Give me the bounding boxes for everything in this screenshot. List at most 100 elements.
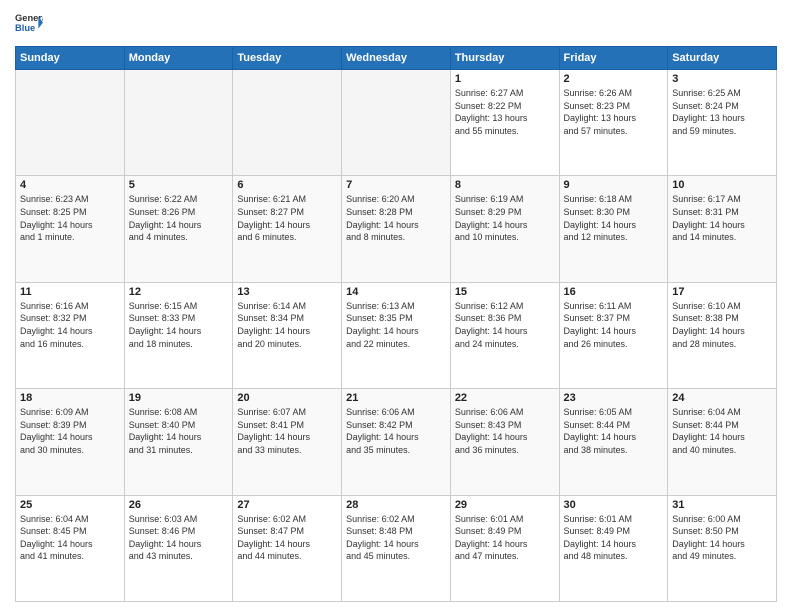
header: General Blue <box>15 10 777 38</box>
calendar-header-row: SundayMondayTuesdayWednesdayThursdayFrid… <box>16 47 777 70</box>
day-number: 15 <box>455 286 555 298</box>
svg-text:Blue: Blue <box>15 23 35 33</box>
day-number: 14 <box>346 286 446 298</box>
day-number: 1 <box>455 73 555 85</box>
header-day-friday: Friday <box>559 47 668 70</box>
calendar-cell: 13 Sunrise: 6:14 AM Sunset: 8:34 PM Dayli… <box>233 282 342 388</box>
day-number: 5 <box>129 179 229 191</box>
day-info: Sunrise: 6:20 AM Sunset: 8:28 PM Dayligh… <box>346 193 446 243</box>
day-number: 13 <box>237 286 337 298</box>
day-info: Sunrise: 6:10 AM Sunset: 8:38 PM Dayligh… <box>672 300 772 350</box>
calendar-cell <box>233 70 342 176</box>
header-day-monday: Monday <box>124 47 233 70</box>
calendar-week-4: 18 Sunrise: 6:09 AM Sunset: 8:39 PM Dayli… <box>16 389 777 495</box>
day-number: 9 <box>564 179 664 191</box>
calendar-cell: 15 Sunrise: 6:12 AM Sunset: 8:36 PM Dayli… <box>450 282 559 388</box>
header-day-thursday: Thursday <box>450 47 559 70</box>
day-info: Sunrise: 6:09 AM Sunset: 8:39 PM Dayligh… <box>20 406 120 456</box>
calendar-cell: 2 Sunrise: 6:26 AM Sunset: 8:23 PM Daylig… <box>559 70 668 176</box>
calendar-cell: 30 Sunrise: 6:01 AM Sunset: 8:49 PM Dayli… <box>559 495 668 601</box>
day-number: 2 <box>564 73 664 85</box>
day-number: 27 <box>237 499 337 511</box>
day-info: Sunrise: 6:17 AM Sunset: 8:31 PM Dayligh… <box>672 193 772 243</box>
day-info: Sunrise: 6:19 AM Sunset: 8:29 PM Dayligh… <box>455 193 555 243</box>
calendar-table: SundayMondayTuesdayWednesdayThursdayFrid… <box>15 46 777 602</box>
day-info: Sunrise: 6:11 AM Sunset: 8:37 PM Dayligh… <box>564 300 664 350</box>
calendar-cell: 14 Sunrise: 6:13 AM Sunset: 8:35 PM Dayli… <box>342 282 451 388</box>
day-number: 10 <box>672 179 772 191</box>
calendar-cell: 26 Sunrise: 6:03 AM Sunset: 8:46 PM Dayli… <box>124 495 233 601</box>
day-number: 20 <box>237 392 337 404</box>
calendar-body: 1 Sunrise: 6:27 AM Sunset: 8:22 PM Daylig… <box>16 70 777 602</box>
calendar-cell: 20 Sunrise: 6:07 AM Sunset: 8:41 PM Dayli… <box>233 389 342 495</box>
day-info: Sunrise: 6:04 AM Sunset: 8:44 PM Dayligh… <box>672 406 772 456</box>
day-info: Sunrise: 6:03 AM Sunset: 8:46 PM Dayligh… <box>129 513 229 563</box>
calendar-cell: 5 Sunrise: 6:22 AM Sunset: 8:26 PM Daylig… <box>124 176 233 282</box>
day-number: 31 <box>672 499 772 511</box>
day-number: 22 <box>455 392 555 404</box>
day-number: 25 <box>20 499 120 511</box>
calendar-cell: 12Sunrise: 6:15 AM Sunset: 8:33 PM Dayli… <box>124 282 233 388</box>
day-number: 21 <box>346 392 446 404</box>
calendar-cell: 1 Sunrise: 6:27 AM Sunset: 8:22 PM Daylig… <box>450 70 559 176</box>
day-info: Sunrise: 6:04 AM Sunset: 8:45 PM Dayligh… <box>20 513 120 563</box>
day-info: Sunrise: 6:26 AM Sunset: 8:23 PM Dayligh… <box>564 87 664 137</box>
day-number: 30 <box>564 499 664 511</box>
day-number: 16 <box>564 286 664 298</box>
calendar-cell: 31Sunrise: 6:00 AM Sunset: 8:50 PM Dayli… <box>668 495 777 601</box>
day-number: 28 <box>346 499 446 511</box>
calendar-cell: 10 Sunrise: 6:17 AM Sunset: 8:31 PM Dayli… <box>668 176 777 282</box>
calendar-cell: 22 Sunrise: 6:06 AM Sunset: 8:43 PM Dayli… <box>450 389 559 495</box>
day-number: 23 <box>564 392 664 404</box>
day-info: Sunrise: 6:14 AM Sunset: 8:34 PM Dayligh… <box>237 300 337 350</box>
calendar-cell: 17Sunrise: 6:10 AM Sunset: 8:38 PM Dayli… <box>668 282 777 388</box>
day-number: 8 <box>455 179 555 191</box>
calendar-cell: 27 Sunrise: 6:02 AM Sunset: 8:47 PM Dayli… <box>233 495 342 601</box>
day-number: 3 <box>672 73 772 85</box>
day-info: Sunrise: 6:25 AM Sunset: 8:24 PM Dayligh… <box>672 87 772 137</box>
day-number: 24 <box>672 392 772 404</box>
day-number: 4 <box>20 179 120 191</box>
calendar-cell: 3 Sunrise: 6:25 AM Sunset: 8:24 PM Daylig… <box>668 70 777 176</box>
header-day-tuesday: Tuesday <box>233 47 342 70</box>
generalblue-logo-icon: General Blue <box>15 10 43 38</box>
day-info: Sunrise: 6:13 AM Sunset: 8:35 PM Dayligh… <box>346 300 446 350</box>
day-info: Sunrise: 6:15 AM Sunset: 8:33 PM Dayligh… <box>129 300 229 350</box>
calendar-cell: 29Sunrise: 6:01 AM Sunset: 8:49 PM Dayli… <box>450 495 559 601</box>
day-info: Sunrise: 6:07 AM Sunset: 8:41 PM Dayligh… <box>237 406 337 456</box>
day-info: Sunrise: 6:01 AM Sunset: 8:49 PM Dayligh… <box>564 513 664 563</box>
day-number: 26 <box>129 499 229 511</box>
day-number: 6 <box>237 179 337 191</box>
logo: General Blue <box>15 10 43 38</box>
calendar-week-1: 1 Sunrise: 6:27 AM Sunset: 8:22 PM Daylig… <box>16 70 777 176</box>
day-number: 18 <box>20 392 120 404</box>
day-info: Sunrise: 6:02 AM Sunset: 8:48 PM Dayligh… <box>346 513 446 563</box>
header-day-saturday: Saturday <box>668 47 777 70</box>
day-info: Sunrise: 6:08 AM Sunset: 8:40 PM Dayligh… <box>129 406 229 456</box>
day-info: Sunrise: 6:27 AM Sunset: 8:22 PM Dayligh… <box>455 87 555 137</box>
calendar-week-2: 4Sunrise: 6:23 AM Sunset: 8:25 PM Daylig… <box>16 176 777 282</box>
day-info: Sunrise: 6:12 AM Sunset: 8:36 PM Dayligh… <box>455 300 555 350</box>
day-info: Sunrise: 6:01 AM Sunset: 8:49 PM Dayligh… <box>455 513 555 563</box>
calendar-cell: 4Sunrise: 6:23 AM Sunset: 8:25 PM Daylig… <box>16 176 125 282</box>
calendar-cell: 28 Sunrise: 6:02 AM Sunset: 8:48 PM Dayli… <box>342 495 451 601</box>
day-info: Sunrise: 6:06 AM Sunset: 8:43 PM Dayligh… <box>455 406 555 456</box>
calendar-cell: 9 Sunrise: 6:18 AM Sunset: 8:30 PM Daylig… <box>559 176 668 282</box>
calendar-cell: 19 Sunrise: 6:08 AM Sunset: 8:40 PM Dayli… <box>124 389 233 495</box>
header-day-sunday: Sunday <box>16 47 125 70</box>
page: General Blue SundayMondayTuesdayWednesda… <box>0 0 792 612</box>
day-info: Sunrise: 6:22 AM Sunset: 8:26 PM Dayligh… <box>129 193 229 243</box>
calendar-cell: 21Sunrise: 6:06 AM Sunset: 8:42 PM Dayli… <box>342 389 451 495</box>
day-info: Sunrise: 6:18 AM Sunset: 8:30 PM Dayligh… <box>564 193 664 243</box>
day-info: Sunrise: 6:02 AM Sunset: 8:47 PM Dayligh… <box>237 513 337 563</box>
calendar-cell: 23 Sunrise: 6:05 AM Sunset: 8:44 PM Dayli… <box>559 389 668 495</box>
day-info: Sunrise: 6:05 AM Sunset: 8:44 PM Dayligh… <box>564 406 664 456</box>
calendar-cell <box>124 70 233 176</box>
day-info: Sunrise: 6:21 AM Sunset: 8:27 PM Dayligh… <box>237 193 337 243</box>
calendar-cell: 11Sunrise: 6:16 AM Sunset: 8:32 PM Dayli… <box>16 282 125 388</box>
calendar-cell: 6 Sunrise: 6:21 AM Sunset: 8:27 PM Daylig… <box>233 176 342 282</box>
day-number: 19 <box>129 392 229 404</box>
calendar-cell: 18 Sunrise: 6:09 AM Sunset: 8:39 PM Dayli… <box>16 389 125 495</box>
calendar-week-3: 11Sunrise: 6:16 AM Sunset: 8:32 PM Dayli… <box>16 282 777 388</box>
calendar-cell: 25 Sunrise: 6:04 AM Sunset: 8:45 PM Dayli… <box>16 495 125 601</box>
